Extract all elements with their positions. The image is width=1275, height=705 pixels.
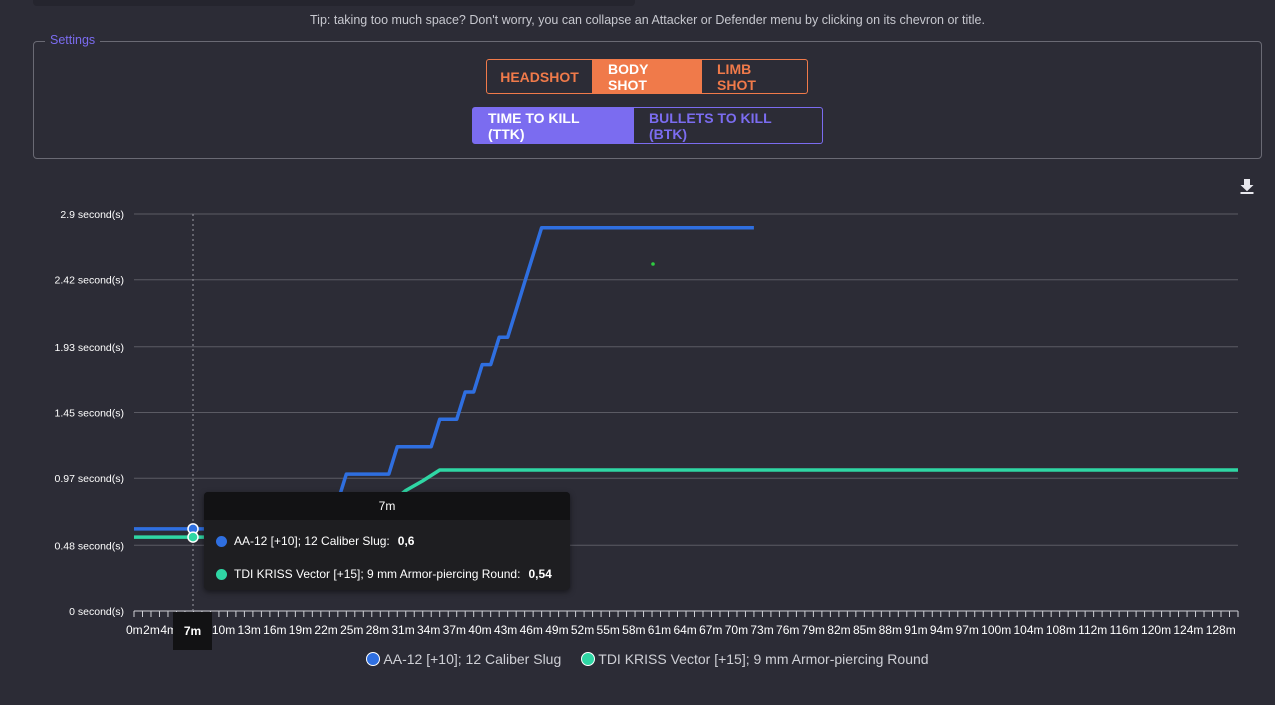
x-tick-label: 88m bbox=[879, 623, 902, 637]
y-tick-label: 2.9 second(s) bbox=[60, 209, 124, 221]
tooltip-value-1: 0,6 bbox=[397, 534, 415, 548]
tooltip-dot-2 bbox=[216, 568, 227, 580]
x-tick-label: 43m bbox=[494, 623, 517, 637]
x-tick-label: 22m bbox=[314, 623, 337, 637]
x-tick-label: 61m bbox=[648, 623, 671, 637]
x-tick-label: 34m bbox=[417, 623, 440, 637]
x-tick-label: 108m bbox=[1046, 623, 1076, 637]
tooltip-dot-1 bbox=[216, 535, 227, 547]
legend-label-aa12: AA-12 [+10]; 12 Caliber Slug bbox=[383, 651, 562, 667]
chart-legend: AA-12 [+10]; 12 Caliber Slug TDI KRISS V… bbox=[0, 651, 1275, 667]
x-tick-label: 31m bbox=[391, 623, 414, 637]
tooltip-label-1: AA-12 [+10]; 12 Caliber Slug: bbox=[234, 534, 390, 548]
legend-item-aa12[interactable]: AA-12 [+10]; 12 Caliber Slug bbox=[366, 651, 561, 667]
y-tick-label: 0 second(s) bbox=[69, 606, 124, 618]
x-tick-label: 85m bbox=[853, 623, 876, 637]
x-tick-label: 70m bbox=[725, 623, 748, 637]
y-tick-label: 2.42 second(s) bbox=[55, 275, 124, 287]
legend-dot-kriss bbox=[581, 652, 596, 666]
x-tick-label: 112m bbox=[1078, 623, 1107, 637]
y-tick-label: 1.45 second(s) bbox=[55, 408, 124, 420]
x-tick-label: 120m bbox=[1141, 623, 1171, 637]
x-tick-label: 76m bbox=[776, 623, 799, 637]
x-tick-label: 16m bbox=[263, 623, 286, 637]
tooltip-row-2: TDI KRISS Vector [+15]; 9 mm Armor-pierc… bbox=[216, 567, 552, 581]
x-tick-label: 94m bbox=[930, 623, 953, 637]
x-tick-label: 46m bbox=[520, 623, 543, 637]
tooltip-label-2: TDI KRISS Vector [+15]; 9 mm Armor-pierc… bbox=[234, 567, 521, 581]
tooltip-value-2: 0,54 bbox=[528, 567, 552, 581]
x-tick-label: 37m bbox=[443, 623, 466, 637]
y-tick-label: 0.48 second(s) bbox=[55, 540, 124, 552]
x-tick-label: 0m bbox=[126, 623, 143, 637]
series-marker-2 bbox=[187, 531, 199, 543]
x-tick-label: 79m bbox=[802, 623, 825, 637]
x-tick-label: 55m bbox=[597, 623, 620, 637]
ttk-chart: 0 second(s) 0.48 second(s) 0.97 second(s) 1… bbox=[55, 209, 1239, 637]
x-tick-label: 13m bbox=[238, 623, 261, 637]
chart-tooltip: 7m AA-12 [+10]; 12 Caliber Slug: 0,6 TDI… bbox=[204, 492, 570, 590]
legend-label-kriss: TDI KRISS Vector [+15]; 9 mm Armor-pierc… bbox=[598, 651, 929, 667]
stray-dot bbox=[651, 262, 655, 266]
x-tick-label: 100m bbox=[981, 623, 1011, 637]
y-tick-label: 0.97 second(s) bbox=[55, 473, 124, 485]
x-tick-label: 104m bbox=[1014, 623, 1044, 637]
x-tick-label: 82m bbox=[827, 623, 850, 637]
x-tick-label: 25m bbox=[340, 623, 363, 637]
tooltip-title: 7m bbox=[204, 492, 570, 520]
x-tick-label: 58m bbox=[622, 623, 645, 637]
legend-item-kriss[interactable]: TDI KRISS Vector [+15]; 9 mm Armor-pierc… bbox=[581, 651, 929, 667]
x-tick-label: 116m bbox=[1110, 623, 1139, 637]
x-tick-label: 73m bbox=[750, 623, 773, 637]
x-tick-label: 10m bbox=[212, 623, 235, 637]
x-tick-label: 91m bbox=[904, 623, 927, 637]
x-tick-label: 52m bbox=[571, 623, 594, 637]
x-tick-label: 124m bbox=[1173, 623, 1203, 637]
tooltip-row-1: AA-12 [+10]; 12 Caliber Slug: 0,6 bbox=[216, 534, 414, 548]
y-tick-label: 1.93 second(s) bbox=[55, 342, 124, 354]
x-tick-label: 40m bbox=[468, 623, 491, 637]
x-cursor-label: 7m bbox=[173, 612, 212, 650]
x-tick-label: 97m bbox=[956, 623, 979, 637]
series-line-1 bbox=[134, 225, 754, 531]
x-tick-label: 2m bbox=[143, 623, 160, 637]
x-tick-label: 19m bbox=[289, 623, 312, 637]
legend-dot-aa12 bbox=[366, 652, 381, 666]
x-tick-label: 28m bbox=[366, 623, 389, 637]
x-tick-label: 128m bbox=[1206, 623, 1236, 637]
x-tick-label: 64m bbox=[673, 623, 696, 637]
x-tick-label: 67m bbox=[699, 623, 722, 637]
x-tick-label: 49m bbox=[545, 623, 568, 637]
